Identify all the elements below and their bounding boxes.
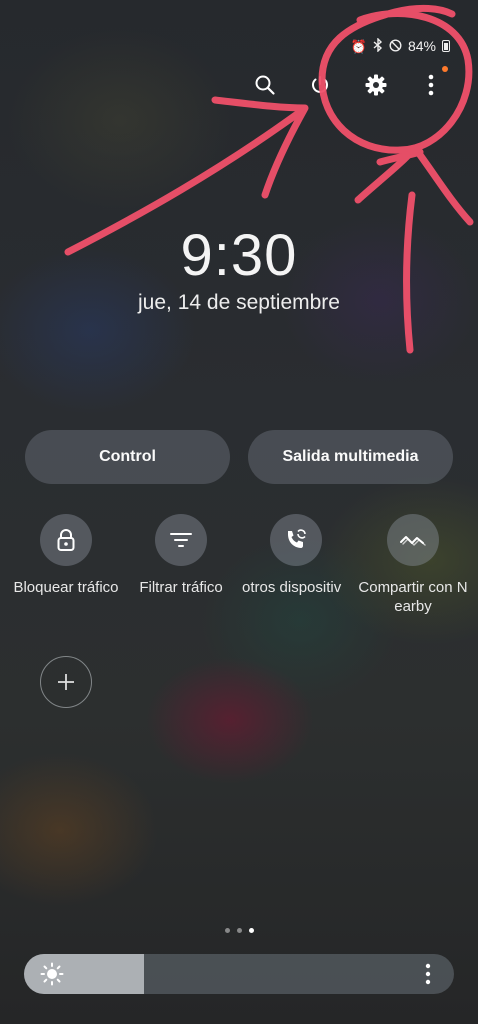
brightness-more-icon[interactable] bbox=[416, 962, 440, 986]
call-sync-icon bbox=[270, 514, 322, 566]
plus-icon bbox=[58, 674, 74, 690]
page-dot bbox=[236, 928, 242, 933]
control-button[interactable]: Control bbox=[25, 430, 230, 484]
brightness-slider[interactable] bbox=[24, 954, 454, 994]
battery-icon bbox=[442, 40, 450, 52]
more-vertical-icon[interactable] bbox=[414, 68, 448, 102]
page-dot bbox=[248, 928, 254, 933]
annotation-overlay bbox=[64, 4, 474, 354]
quick-panel-actions bbox=[0, 68, 478, 102]
tile-block-traffic[interactable]: Bloquear tráfico bbox=[10, 514, 122, 597]
alarm-icon: ⏰ bbox=[350, 38, 367, 54]
tile-label: Compartir con N earby bbox=[358, 579, 468, 615]
tile-filter-traffic[interactable]: Filtrar tráfico bbox=[125, 514, 237, 597]
tile-other-devices[interactable]: otros dispositiv bbox=[240, 514, 352, 597]
battery-percent: 84% bbox=[407, 38, 436, 54]
do-not-disturb-icon bbox=[389, 38, 402, 54]
page-indicator bbox=[0, 928, 478, 933]
notification-dot bbox=[442, 66, 448, 72]
sun-icon bbox=[40, 962, 64, 986]
settings-icon[interactable] bbox=[359, 68, 393, 102]
status-bar: ⏰ 84% bbox=[350, 37, 450, 54]
search-icon[interactable] bbox=[248, 68, 282, 102]
tile-label: otros dispositiv bbox=[242, 579, 342, 596]
nearby-share-icon bbox=[387, 514, 439, 566]
annotation-arrow-stub bbox=[376, 148, 424, 166]
media-output-button[interactable]: Salida multimedia bbox=[248, 430, 453, 484]
annotation-arrow-left-head bbox=[211, 96, 309, 199]
bluetooth-icon bbox=[373, 37, 383, 54]
filter-icon bbox=[155, 514, 207, 566]
clock-time: 9:30 bbox=[180, 223, 298, 288]
clock-date: jue, 14 de septiembre bbox=[138, 291, 340, 314]
add-tile-button[interactable] bbox=[40, 656, 92, 708]
tile-nearby-share[interactable]: Compartir con N earby bbox=[354, 514, 472, 616]
tile-label: Filtrar tráfico bbox=[139, 579, 223, 596]
power-icon[interactable] bbox=[303, 68, 337, 102]
lock-icon bbox=[40, 514, 92, 566]
annotation-arrow-down-head bbox=[354, 144, 474, 226]
page-dot bbox=[224, 928, 230, 933]
tile-label: Bloquear tráfico bbox=[13, 579, 119, 596]
